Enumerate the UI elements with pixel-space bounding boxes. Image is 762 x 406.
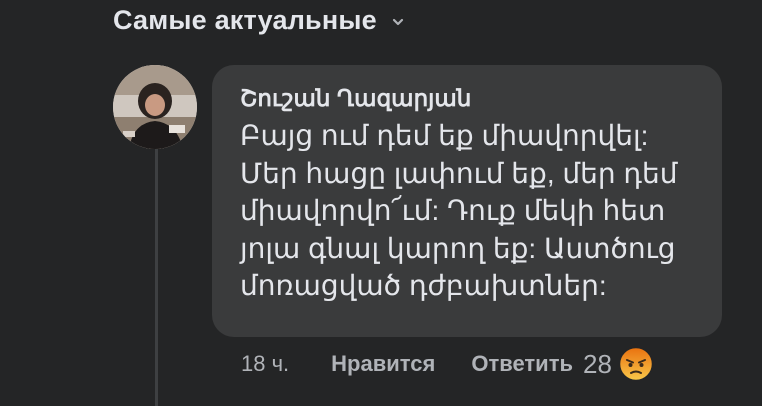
comment-timestamp[interactable]: 18 ч.: [241, 351, 289, 377]
comment-author-name[interactable]: Շուշան Ղազարյան: [240, 83, 722, 113]
chevron-down-icon: [392, 18, 403, 26]
avatar[interactable]: [113, 65, 197, 149]
like-button[interactable]: Нравится: [331, 351, 435, 377]
comment-line: միավորվո՜ւմ: Դուք մեկի հետ: [240, 195, 666, 227]
avatar-photo: [113, 65, 197, 149]
comment-sort-label: Самые актуальные: [113, 4, 377, 35]
comments-panel: Самые актуальные Շուշան Ղազարյան Բայց ու…: [0, 0, 762, 406]
comment-actions: 18 ч. Нравится Ответить 28: [241, 346, 654, 382]
comment-text: Բայց ում դեմ եք միավորվել: Մեր հացը լափո…: [240, 117, 710, 305]
comment-line: Մեր հացը լափում եք, մեր դեմ: [240, 157, 678, 189]
reaction-count[interactable]: 28: [583, 349, 612, 380]
comment-line: յոլա գնալ կարող եք: Աստծուց: [240, 232, 676, 264]
angry-face-icon[interactable]: [618, 346, 654, 382]
comment-line: Բայց ում դեմ եք միավորվել:: [240, 120, 649, 151]
comment-bubble: Շուշան Ղազարյան Բայց ում դեմ եք միավորվե…: [212, 65, 722, 337]
thread-line: [155, 138, 158, 406]
comment-sort-dropdown[interactable]: Самые актуальные: [113, 2, 405, 38]
comment-line: մոռացված դժբախտներ:: [240, 270, 607, 302]
reply-button[interactable]: Ответить: [471, 351, 573, 377]
